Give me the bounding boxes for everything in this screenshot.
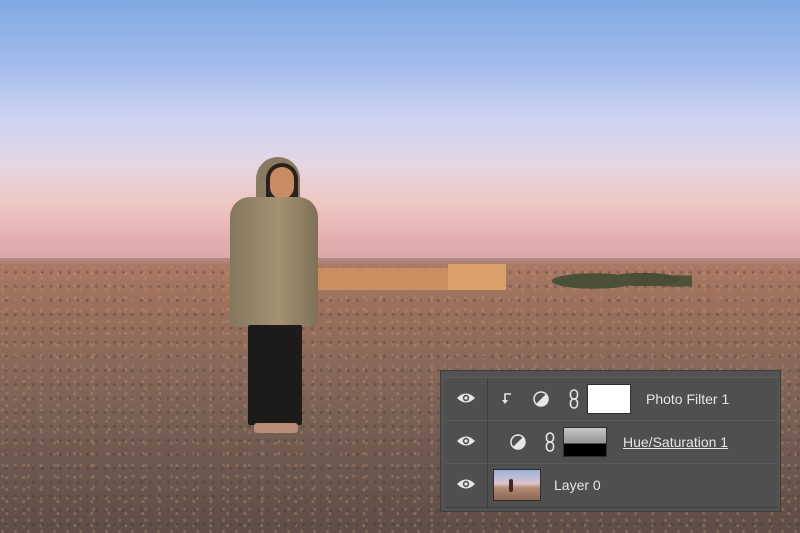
trees bbox=[552, 263, 692, 293]
eye-icon bbox=[456, 391, 476, 409]
thumbnail-figure bbox=[509, 479, 513, 492]
layer-row-photo-filter[interactable]: Photo Filter 1 bbox=[445, 377, 777, 422]
layers-panel: Photo Filter 1 Hue/Saturation 1 Layer 0 bbox=[441, 371, 780, 511]
eye-icon bbox=[456, 477, 476, 495]
layer-name[interactable]: Hue/Saturation 1 bbox=[623, 421, 728, 464]
layer-content[interactable]: Layer 0 bbox=[488, 464, 777, 507]
layer-row-layer-0[interactable]: Layer 0 bbox=[445, 463, 777, 508]
visibility-toggle[interactable] bbox=[445, 464, 488, 507]
clipping-arrow-icon bbox=[502, 393, 512, 405]
parka bbox=[230, 197, 318, 327]
layer-content[interactable]: Hue/Saturation 1 bbox=[488, 421, 777, 464]
face bbox=[270, 167, 294, 199]
adjustment-layer-icon bbox=[533, 391, 549, 407]
visibility-toggle[interactable] bbox=[445, 421, 488, 464]
woman-figure bbox=[230, 157, 318, 439]
link-chain-icon[interactable] bbox=[569, 389, 579, 409]
mask-thumbnail[interactable] bbox=[563, 427, 607, 457]
sky bbox=[0, 0, 800, 262]
pants bbox=[248, 325, 302, 425]
visibility-toggle[interactable] bbox=[445, 378, 488, 421]
caravanserai-gate bbox=[448, 264, 506, 290]
layer-name[interactable]: Photo Filter 1 bbox=[646, 378, 729, 421]
layer-thumbnail[interactable] bbox=[493, 469, 541, 501]
layer-row-hue-saturation[interactable]: Hue/Saturation 1 bbox=[445, 420, 777, 465]
layer-name[interactable]: Layer 0 bbox=[554, 464, 601, 507]
link-chain-icon[interactable] bbox=[545, 432, 555, 452]
eye-icon bbox=[456, 434, 476, 452]
layer-content[interactable]: Photo Filter 1 bbox=[488, 378, 777, 421]
feet bbox=[254, 423, 298, 433]
mask-thumbnail[interactable] bbox=[587, 384, 631, 414]
adjustment-layer-icon bbox=[510, 434, 526, 450]
